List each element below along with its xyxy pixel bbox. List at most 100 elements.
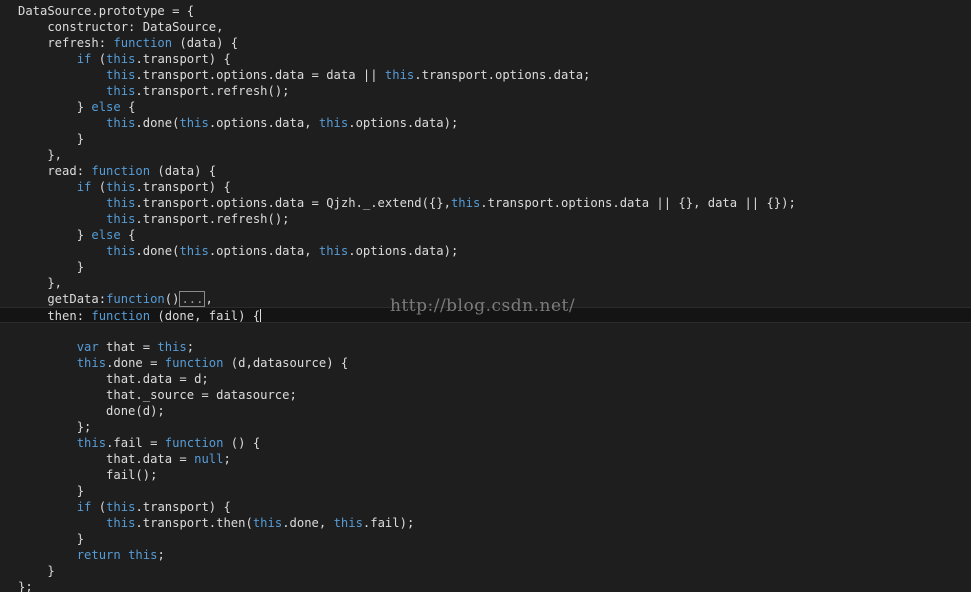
keyword-token: this <box>179 116 209 130</box>
code-token: (data) { <box>150 164 217 178</box>
keyword-token: this <box>76 436 107 450</box>
code-token: () <box>164 292 180 306</box>
keyword-token: this <box>252 516 283 530</box>
code-token: () { <box>223 436 261 450</box>
code-line[interactable]: constructor: DataSource, <box>18 19 971 35</box>
code-editor[interactable]: DataSource.prototype = { constructor: Da… <box>0 0 971 592</box>
keyword-token: this <box>318 244 349 258</box>
code-line[interactable]: this.done(this.options.data, this.option… <box>18 243 971 259</box>
code-line[interactable]: }, <box>18 147 971 163</box>
code-line[interactable]: } else { <box>18 99 971 115</box>
keyword-token: function <box>106 292 165 306</box>
code-line[interactable]: } <box>18 131 971 147</box>
keyword-token: this <box>106 84 136 98</box>
code-line[interactable]: this.transport.refresh(); <box>18 83 971 99</box>
code-line[interactable]: if (this.transport) { <box>18 179 971 195</box>
code-line[interactable]: } <box>18 563 971 579</box>
keyword-token: else <box>91 100 121 114</box>
code-line[interactable]: if (this.transport) { <box>18 51 971 67</box>
keyword-token: this <box>128 548 158 562</box>
keyword-token: this <box>179 244 209 258</box>
code-token: .transport) { <box>135 180 231 194</box>
code-line[interactable]: }; <box>18 579 971 592</box>
code-token: that.data = <box>18 452 195 466</box>
code-line[interactable] <box>18 323 971 339</box>
keyword-token: this <box>106 212 136 226</box>
code-line[interactable]: this.fail = function () { <box>18 435 971 451</box>
code-token: } <box>18 532 85 546</box>
code-line[interactable]: }, <box>18 275 971 291</box>
code-line[interactable]: refresh: function (data) { <box>18 35 971 51</box>
keyword-token: this <box>106 196 136 210</box>
code-token: constructor: DataSource, <box>18 20 224 34</box>
keyword-token: if <box>76 52 92 66</box>
watermark-text: http://blog.csdn.net/ <box>390 296 576 316</box>
code-line[interactable]: this.transport.options.data = data || th… <box>18 67 971 83</box>
code-token: (d,datasource) { <box>223 356 349 370</box>
keyword-token: this <box>106 52 136 66</box>
code-line[interactable]: this.done(this.options.data, this.option… <box>18 115 971 131</box>
code-token: getData: <box>18 292 107 306</box>
code-line[interactable]: that._source = datasource; <box>18 387 971 403</box>
code-token: }, <box>18 148 63 162</box>
code-token: .transport.options.data; <box>414 68 591 82</box>
code-line[interactable]: that.data = null; <box>18 451 971 467</box>
code-token: }; <box>18 420 92 434</box>
code-token: .transport.refresh(); <box>135 84 290 98</box>
code-line[interactable]: DataSource.prototype = { <box>18 3 971 19</box>
code-token: that._source = datasource; <box>18 388 297 402</box>
code-token: .done( <box>135 244 180 258</box>
code-line[interactable]: if (this.transport) { <box>18 499 971 515</box>
keyword-token: this <box>106 68 136 82</box>
code-line[interactable]: } else { <box>18 227 971 243</box>
code-line[interactable]: } <box>18 483 971 499</box>
code-token: .done = <box>106 356 165 370</box>
keyword-token: if <box>76 500 92 514</box>
code-token: done(d); <box>18 404 165 418</box>
keyword-token: null <box>194 452 224 466</box>
keyword-token: function <box>164 436 224 450</box>
code-token: read: <box>18 164 92 178</box>
code-line[interactable]: } <box>18 531 971 547</box>
code-line[interactable]: return this; <box>18 547 971 563</box>
code-line[interactable]: var that = this; <box>18 339 971 355</box>
keyword-token: this <box>106 500 136 514</box>
code-line[interactable]: this.transport.then(this.done, this.fail… <box>18 515 971 531</box>
code-line[interactable]: read: function (data) { <box>18 163 971 179</box>
keyword-token: return <box>76 548 121 562</box>
code-token: ( <box>91 52 107 66</box>
code-token: that.data = d; <box>18 372 209 386</box>
code-line[interactable]: that.data = d; <box>18 371 971 387</box>
code-token: then: <box>18 309 92 323</box>
code-token: { <box>120 100 136 114</box>
code-line[interactable]: this.transport.options.data = Qjzh._.ext… <box>18 195 971 211</box>
code-line[interactable]: this.done = function (d,datasource) { <box>18 355 971 371</box>
code-line[interactable]: this.transport.refresh(); <box>18 211 971 227</box>
code-line[interactable]: }; <box>18 419 971 435</box>
code-line[interactable]: } <box>18 259 971 275</box>
collapsed-region-button[interactable]: ... <box>179 291 206 307</box>
code-token: }, <box>18 276 63 290</box>
code-token: }; <box>18 580 33 592</box>
code-token: .done, <box>282 516 334 530</box>
code-token: } <box>18 260 85 274</box>
keyword-token: this <box>106 516 136 530</box>
code-token: .fail); <box>362 516 415 530</box>
code-line[interactable]: fail(); <box>18 467 971 483</box>
keyword-token: this <box>333 516 363 530</box>
code-token: .options.data, <box>208 116 319 130</box>
code-token: .fail = <box>106 436 165 450</box>
keyword-token: this <box>450 196 481 210</box>
code-token: .transport.options.data = data || <box>135 68 385 82</box>
code-line[interactable]: done(d); <box>18 403 971 419</box>
code-token: } <box>18 228 92 242</box>
